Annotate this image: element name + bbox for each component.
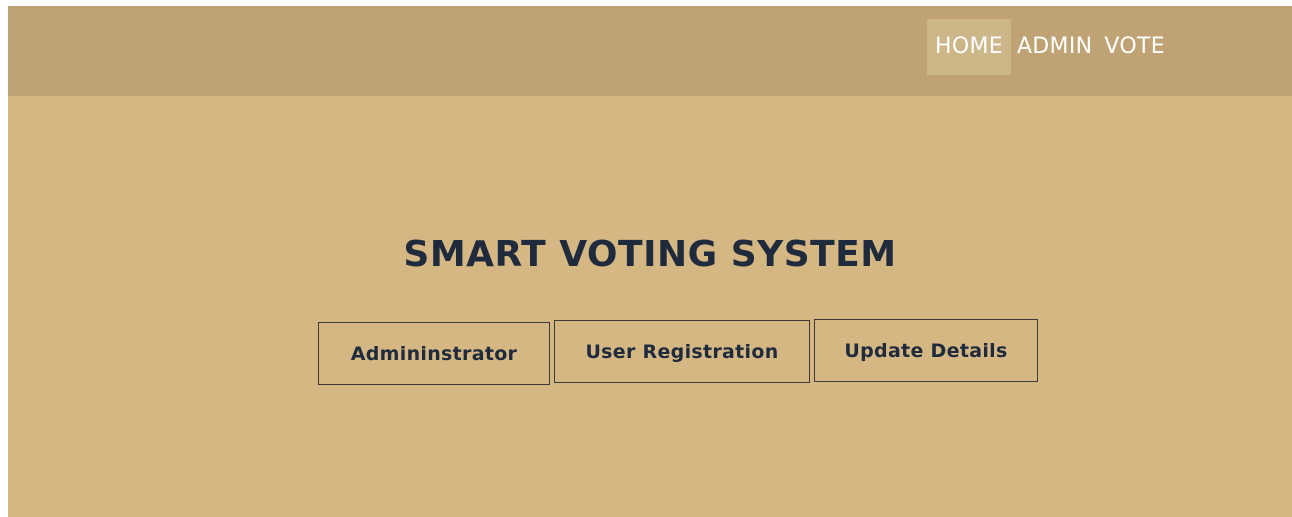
nav-vote-link[interactable]: VOTE [1098,19,1171,75]
app-frame: HOME ADMIN VOTE SMART VOTING SYSTEM Admi… [8,6,1292,517]
nav-home-link[interactable]: HOME [927,19,1011,75]
main-nav: HOME ADMIN VOTE [927,19,1171,75]
page-title: SMART VOTING SYSTEM [403,234,897,275]
nav-admin-link[interactable]: ADMIN [1011,19,1098,75]
administrator-button[interactable]: Admininstrator [318,322,550,385]
top-navbar: HOME ADMIN VOTE [8,6,1292,96]
user-registration-button[interactable]: User Registration [554,320,810,383]
update-details-button[interactable]: Update Details [814,319,1038,382]
